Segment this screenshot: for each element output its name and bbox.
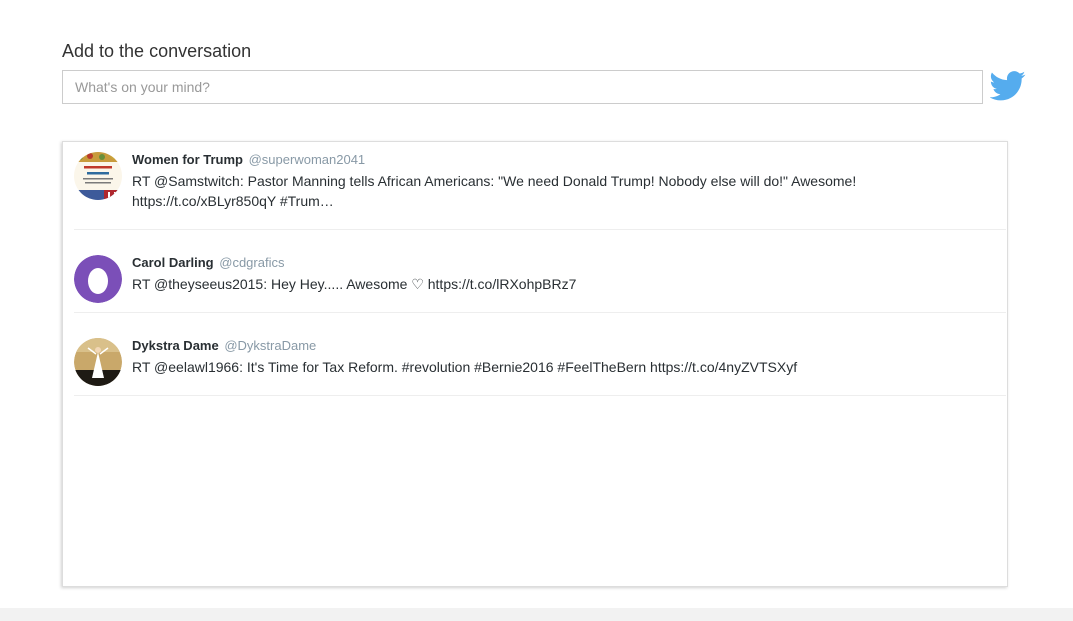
tweet-body: Dykstra Dame @DykstraDame RT @eelawl1966… — [132, 338, 996, 377]
tweet-composer-input[interactable] — [62, 70, 983, 104]
person-photo-avatar-icon — [74, 338, 122, 386]
author-handle[interactable]: @DykstraDame — [224, 338, 316, 353]
tweet-feed[interactable]: Women for Trump @superwoman2041 RT @Sams… — [62, 141, 1008, 587]
author-handle[interactable]: @superwoman2041 — [249, 152, 366, 167]
avatar[interactable] — [74, 255, 122, 303]
author-handle[interactable]: @cdgrafics — [219, 255, 284, 270]
avatar[interactable] — [74, 152, 122, 200]
tweet-body: Carol Darling @cdgrafics RT @theyseeus20… — [132, 255, 996, 294]
tweet-item[interactable]: Dykstra Dame @DykstraDame RT @eelawl1966… — [74, 313, 1006, 396]
tweet-body: Women for Trump @superwoman2041 RT @Sams… — [132, 152, 996, 211]
author-name[interactable]: Women for Trump — [132, 152, 243, 167]
footer-bar — [0, 608, 1073, 621]
page: Add to the conversation What's on your m… — [0, 0, 1073, 621]
tweet-item[interactable]: Women for Trump @superwoman2041 RT @Sams… — [74, 142, 1006, 230]
tweet-header: Dykstra Dame @DykstraDame — [132, 338, 996, 354]
tweet-text: RT @eelawl1966: It's Time for Tax Reform… — [132, 359, 798, 375]
tweet-text: RT @Samstwitch: Pastor Manning tells Afr… — [132, 173, 857, 209]
twitter-bird-icon[interactable] — [990, 70, 1026, 102]
composer-heading: Add to the conversation — [62, 41, 252, 61]
avatar[interactable] — [74, 338, 122, 386]
author-name[interactable]: Dykstra Dame — [132, 338, 219, 353]
tweet-item[interactable]: Carol Darling @cdgrafics RT @theyseeus20… — [74, 230, 1006, 313]
tweet-header: Women for Trump @superwoman2041 — [132, 152, 996, 168]
tweet-text: RT @theyseeus2015: Hey Hey..... Awesome … — [132, 276, 577, 292]
author-name[interactable]: Carol Darling — [132, 255, 214, 270]
egg-avatar-icon — [74, 255, 122, 303]
christmas-card-avatar-icon — [74, 152, 122, 200]
tweet-header: Carol Darling @cdgrafics — [132, 255, 996, 271]
